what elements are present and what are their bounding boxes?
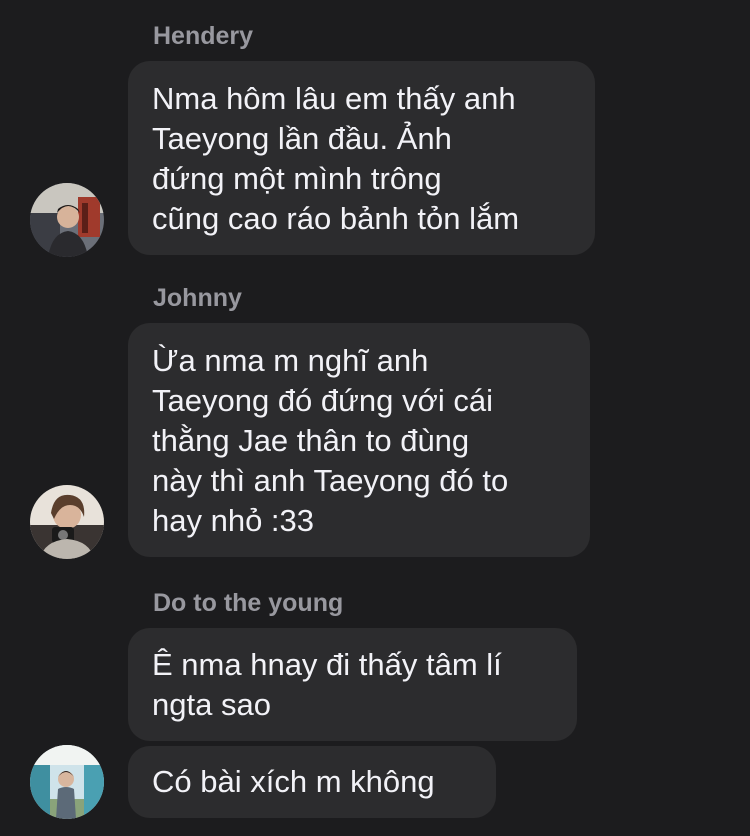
sender-name: Hendery — [153, 22, 254, 50]
avatar[interactable] — [30, 745, 104, 819]
message-line: ngta sao — [152, 687, 271, 722]
avatar-doyoung-icon — [30, 745, 104, 819]
avatar[interactable] — [30, 485, 104, 559]
message-line: Có bài xích m không — [152, 764, 435, 799]
message-bubble[interactable]: Nma hôm lâu em thấy anh Taeyong lần đầu.… — [128, 61, 595, 255]
message-line: hay nhỏ :33 — [152, 503, 315, 538]
message-bubble[interactable]: Có bài xích m không — [128, 746, 496, 818]
chat-thread: Hendery Nma hôm lâu em thấy anh Taeyong … — [0, 0, 750, 836]
message-line: Ê nma hnay đi thấy tâm lí — [152, 647, 502, 682]
avatar-johnny-icon — [30, 485, 104, 559]
message-line: Nma hôm lâu em thấy anh — [152, 81, 516, 116]
message-bubble[interactable]: Ừa nma m nghĩ anh Taeyong đó đứng với cá… — [128, 323, 590, 557]
avatar[interactable] — [30, 183, 104, 257]
sender-name: Do to the young — [153, 589, 344, 617]
message-line: thằng Jae thân to đùng — [152, 423, 470, 458]
message-line: cũng cao ráo bảnh tỏn lắm — [152, 201, 520, 236]
sender-name: Johnny — [153, 284, 242, 312]
message-line: đứng một mình trông — [152, 161, 442, 196]
message-line: Taeyong đó đứng với cái — [152, 383, 493, 418]
message-line: Ừa nma m nghĩ anh — [152, 343, 429, 378]
avatar-hendery-icon — [30, 183, 104, 257]
message-line: này thì anh Taeyong đó to — [152, 463, 509, 498]
message-line: Taeyong lần đầu. Ảnh — [152, 121, 452, 156]
message-bubble[interactable]: Ê nma hnay đi thấy tâm lí ngta sao — [128, 628, 577, 741]
